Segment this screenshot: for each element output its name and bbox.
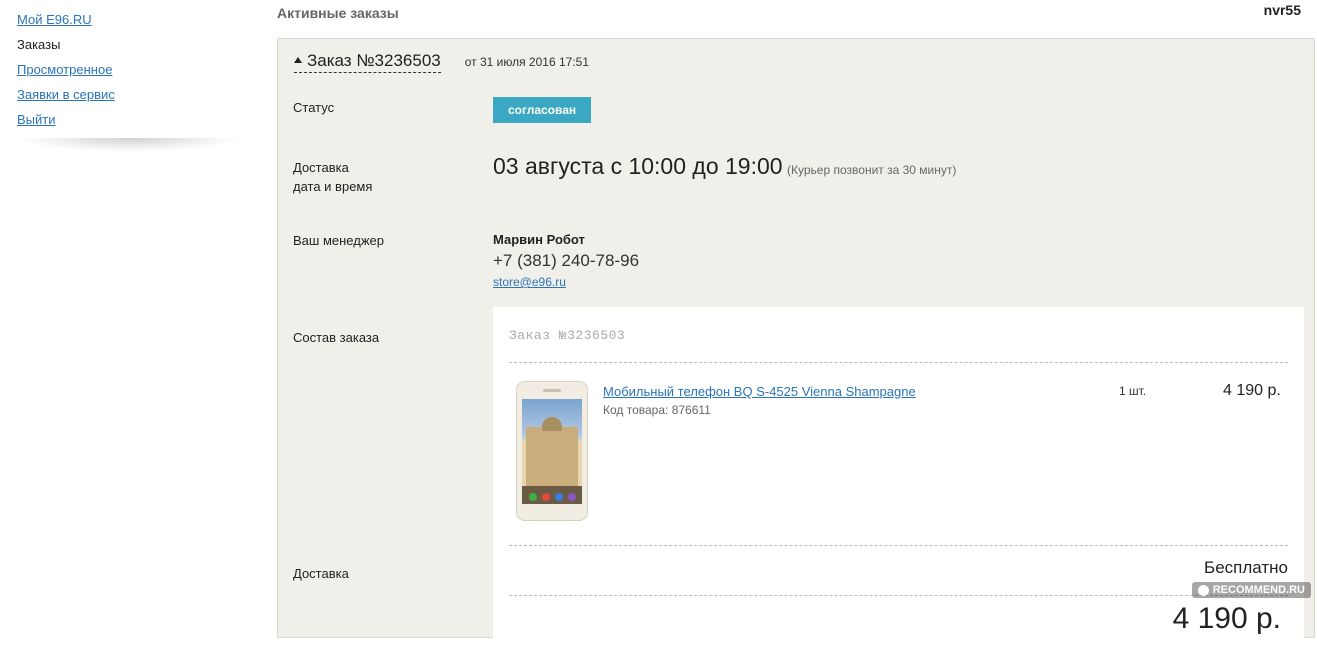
order-title: Заказ №3236503 xyxy=(307,51,441,70)
delivery-time-block: 03 августа с 10:00 до 19:00 (Курьер позв… xyxy=(493,153,956,180)
nav-logout[interactable]: Выйти xyxy=(17,107,267,132)
order-header: Заказ №3236503 от 31 июля 2016 17:51 xyxy=(294,51,589,73)
nav-my-e96[interactable]: Мой Е96.RU xyxy=(17,7,267,32)
username[interactable]: nvr55 xyxy=(1264,2,1301,18)
product-price: 4 190 р. xyxy=(1223,382,1281,399)
order-total: 4 190 р. xyxy=(1172,602,1281,635)
delivery-label: Доставка дата и время xyxy=(293,158,372,196)
watermark-text: RECOMMEND.RU xyxy=(1212,584,1305,596)
watermark-logo-icon xyxy=(1197,584,1209,596)
product-name-link[interactable]: Мобильный телефон BQ S-4525 Vienna Shamp… xyxy=(603,384,916,399)
status-label: Статус xyxy=(293,100,335,115)
watermark-badge: RECOMMEND.RU xyxy=(1191,582,1311,598)
nav-orders[interactable]: Заказы xyxy=(17,32,267,57)
order-panel: Заказ №3236503 от 31 июля 2016 17:51 Ста… xyxy=(277,38,1315,647)
order-date: от 31 июля 2016 17:51 xyxy=(464,55,589,69)
nav-service-requests[interactable]: Заявки в сервис xyxy=(17,82,267,107)
manager-name: Марвин Робот xyxy=(493,232,585,247)
product-quantity: 1 шт. xyxy=(1119,384,1147,398)
dashed-divider xyxy=(509,595,1288,596)
sidebar-shadow-divider xyxy=(14,138,244,152)
nav-viewed[interactable]: Просмотренное xyxy=(17,57,267,82)
shipping-label: Доставка xyxy=(293,566,349,581)
phone-image[interactable] xyxy=(516,381,588,521)
dashed-divider xyxy=(509,362,1288,363)
product-code: Код товара: 876611 xyxy=(603,403,711,417)
account-sidebar: Мой Е96.RU Заказы Просмотренное Заявки в… xyxy=(17,7,267,132)
courier-note: (Курьер позвонит за 30 минут) xyxy=(787,163,957,177)
delivery-time: 03 августа с 10:00 до 19:00 xyxy=(493,153,783,179)
status-badge: согласован xyxy=(493,97,592,123)
receipt-header: Заказ №3236503 xyxy=(509,328,626,343)
collapse-triangle-icon xyxy=(294,57,302,63)
dashed-divider xyxy=(509,545,1288,546)
page-title: Активные заказы xyxy=(277,5,399,21)
manager-label: Ваш менеджер xyxy=(293,233,384,248)
manager-block: Марвин Робот +7 (381) 240-78-96 store@e9… xyxy=(493,231,639,291)
manager-email-link[interactable]: store@e96.ru xyxy=(493,275,566,289)
delivery-label-line2: дата и время xyxy=(293,179,373,194)
delivery-label-line1: Доставка xyxy=(293,160,349,175)
composition-label: Состав заказа xyxy=(293,330,380,345)
order-composition-card: Заказ №3236503 Мобильный телефон BQ S-45… xyxy=(493,307,1304,647)
order-collapse-toggle[interactable]: Заказ №3236503 xyxy=(294,51,441,73)
shipping-value: Бесплатно xyxy=(1204,558,1288,577)
manager-phone: +7 (381) 240-78-96 xyxy=(493,251,640,270)
